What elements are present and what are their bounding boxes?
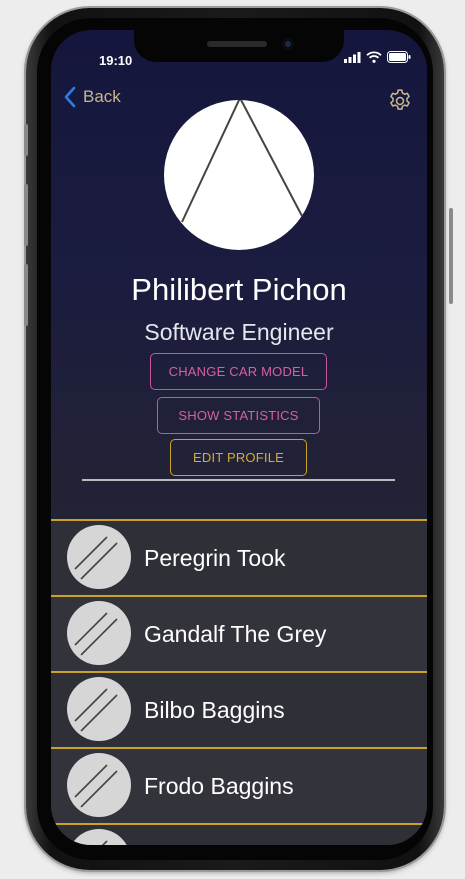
edit-profile-button[interactable]: EDIT PROFILE bbox=[170, 439, 307, 476]
avatar-placeholder-icon bbox=[74, 688, 118, 732]
back-label: Back bbox=[83, 87, 121, 106]
profile-role: Software Engineer bbox=[144, 319, 334, 345]
section-divider bbox=[82, 479, 395, 481]
volume-down-button bbox=[24, 264, 28, 326]
contact-name: Gandalf The Grey bbox=[144, 621, 327, 647]
speaker-grille bbox=[207, 41, 267, 47]
back-button[interactable]: Back bbox=[63, 86, 121, 108]
contact-avatar bbox=[67, 525, 131, 589]
status-time: 19:10 bbox=[99, 53, 133, 68]
gear-icon bbox=[390, 89, 410, 110]
contact-name: Frodo Baggins bbox=[144, 773, 294, 799]
contact-name: Bilbo Baggins bbox=[144, 697, 285, 723]
contact-avatar bbox=[67, 601, 131, 665]
chevron-left-icon bbox=[64, 86, 76, 108]
contact-avatar bbox=[67, 829, 131, 845]
contact-name: Peregrin Took bbox=[144, 545, 286, 571]
show-statistics-button[interactable]: SHOW STATISTICS bbox=[157, 397, 320, 434]
contact-list: Peregrin Took Gandalf The Grey Bilbo Bag… bbox=[51, 519, 427, 845]
change-car-model-button[interactable]: CHANGE CAR MODEL bbox=[150, 353, 327, 390]
front-camera bbox=[282, 38, 294, 50]
list-item[interactable] bbox=[51, 823, 427, 845]
list-item[interactable]: Bilbo Baggins bbox=[51, 671, 427, 747]
avatar-placeholder-icon bbox=[101, 840, 108, 845]
contact-avatar bbox=[67, 677, 131, 741]
profile-avatar[interactable] bbox=[164, 100, 314, 250]
volume-up-button bbox=[24, 184, 28, 246]
signal-icon bbox=[344, 51, 361, 63]
avatar-placeholder-icon bbox=[181, 100, 303, 223]
profile-name: Philibert Pichon bbox=[131, 272, 347, 307]
list-item[interactable]: Peregrin Took bbox=[51, 519, 427, 595]
mute-switch bbox=[24, 124, 28, 156]
status-icons bbox=[344, 51, 411, 63]
avatar-placeholder-icon bbox=[74, 612, 118, 656]
settings-button[interactable] bbox=[387, 88, 413, 119]
contact-avatar bbox=[67, 753, 131, 817]
avatar-placeholder-icon bbox=[74, 536, 118, 580]
app-screen: 19:10 Back Philibert Pichon Software Eng… bbox=[51, 30, 427, 845]
battery-icon bbox=[387, 51, 411, 63]
wifi-icon bbox=[366, 51, 382, 63]
list-item[interactable]: Gandalf The Grey bbox=[51, 595, 427, 671]
avatar-placeholder-icon bbox=[74, 764, 118, 808]
list-item[interactable]: Frodo Baggins bbox=[51, 747, 427, 823]
power-button bbox=[449, 208, 453, 304]
notch bbox=[134, 30, 344, 62]
